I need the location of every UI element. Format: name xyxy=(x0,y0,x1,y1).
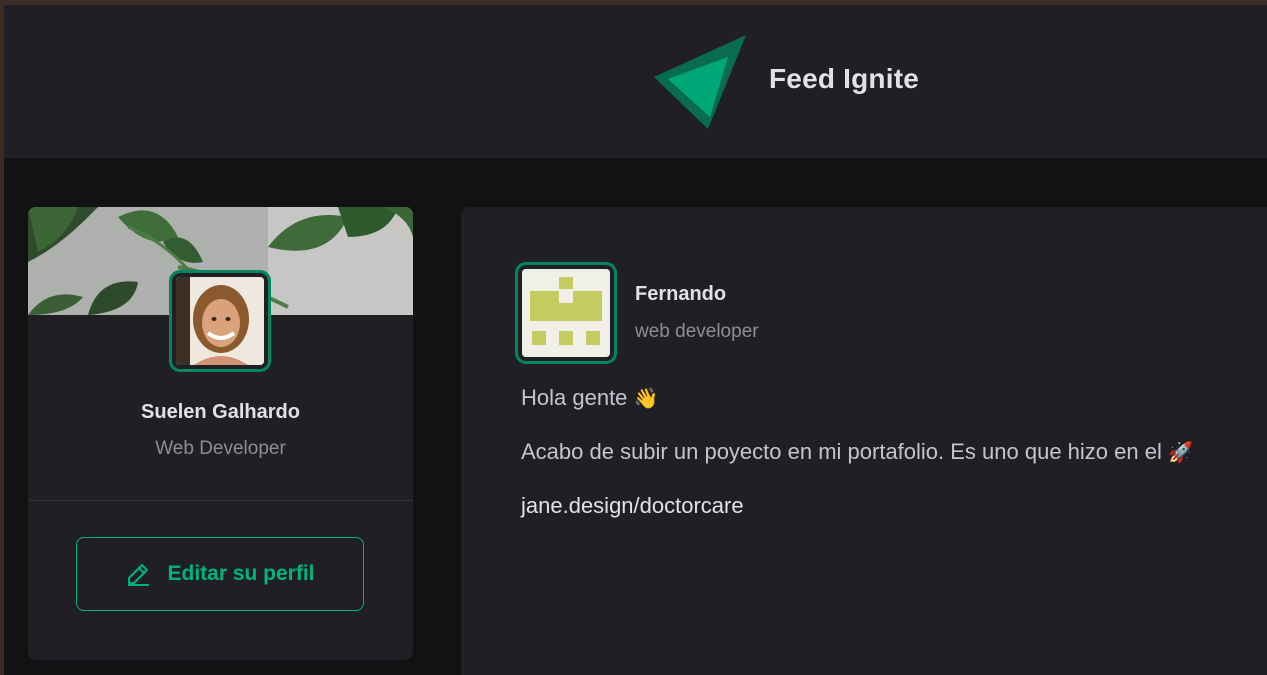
identicon-icon xyxy=(522,269,610,357)
author-name: Fernando xyxy=(635,283,727,305)
post-paragraph: Hola gente 👋 xyxy=(521,384,1267,412)
profile-sidebar: Suelen Galhardo Web Developer Editar su … xyxy=(28,207,413,660)
brand-title: Feed Ignite xyxy=(769,63,919,94)
post-link[interactable]: jane.design/doctorcare xyxy=(521,493,744,518)
author-avatar[interactable] xyxy=(515,262,617,364)
pencil-icon xyxy=(128,564,150,586)
profile-name: Suelen Galhardo xyxy=(141,401,300,423)
post-greeting: Hola gente xyxy=(521,385,628,410)
avatar[interactable] xyxy=(169,270,271,372)
post-card: Fernando web developer Hola gente 👋 Acab… xyxy=(461,207,1267,675)
post-content: Hola gente 👋 Acabo de subir un poyecto e… xyxy=(521,384,1267,545)
author-role: web developer xyxy=(635,321,759,342)
user-photo-icon xyxy=(176,277,264,365)
ignite-logo-icon xyxy=(654,35,746,129)
post-text: Acabo de subir un poyecto en mi portafol… xyxy=(521,439,1162,464)
profile-role: Web Developer xyxy=(155,438,286,459)
rocket-icon: 🚀 xyxy=(1167,440,1193,464)
edit-profile-button[interactable]: Editar su perfil xyxy=(76,537,364,611)
header: Feed Ignite xyxy=(4,5,1267,158)
post-paragraph: jane.design/doctorcare xyxy=(521,492,1267,519)
waving-hand-icon: 👋 xyxy=(633,386,659,410)
app-window: Feed Ignite Suelen Galhardo Web Develope… xyxy=(4,5,1267,675)
edit-profile-label: Editar su perfil xyxy=(167,562,315,585)
divider xyxy=(28,500,413,501)
post-paragraph: Acabo de subir un poyecto en mi portafol… xyxy=(521,438,1267,466)
